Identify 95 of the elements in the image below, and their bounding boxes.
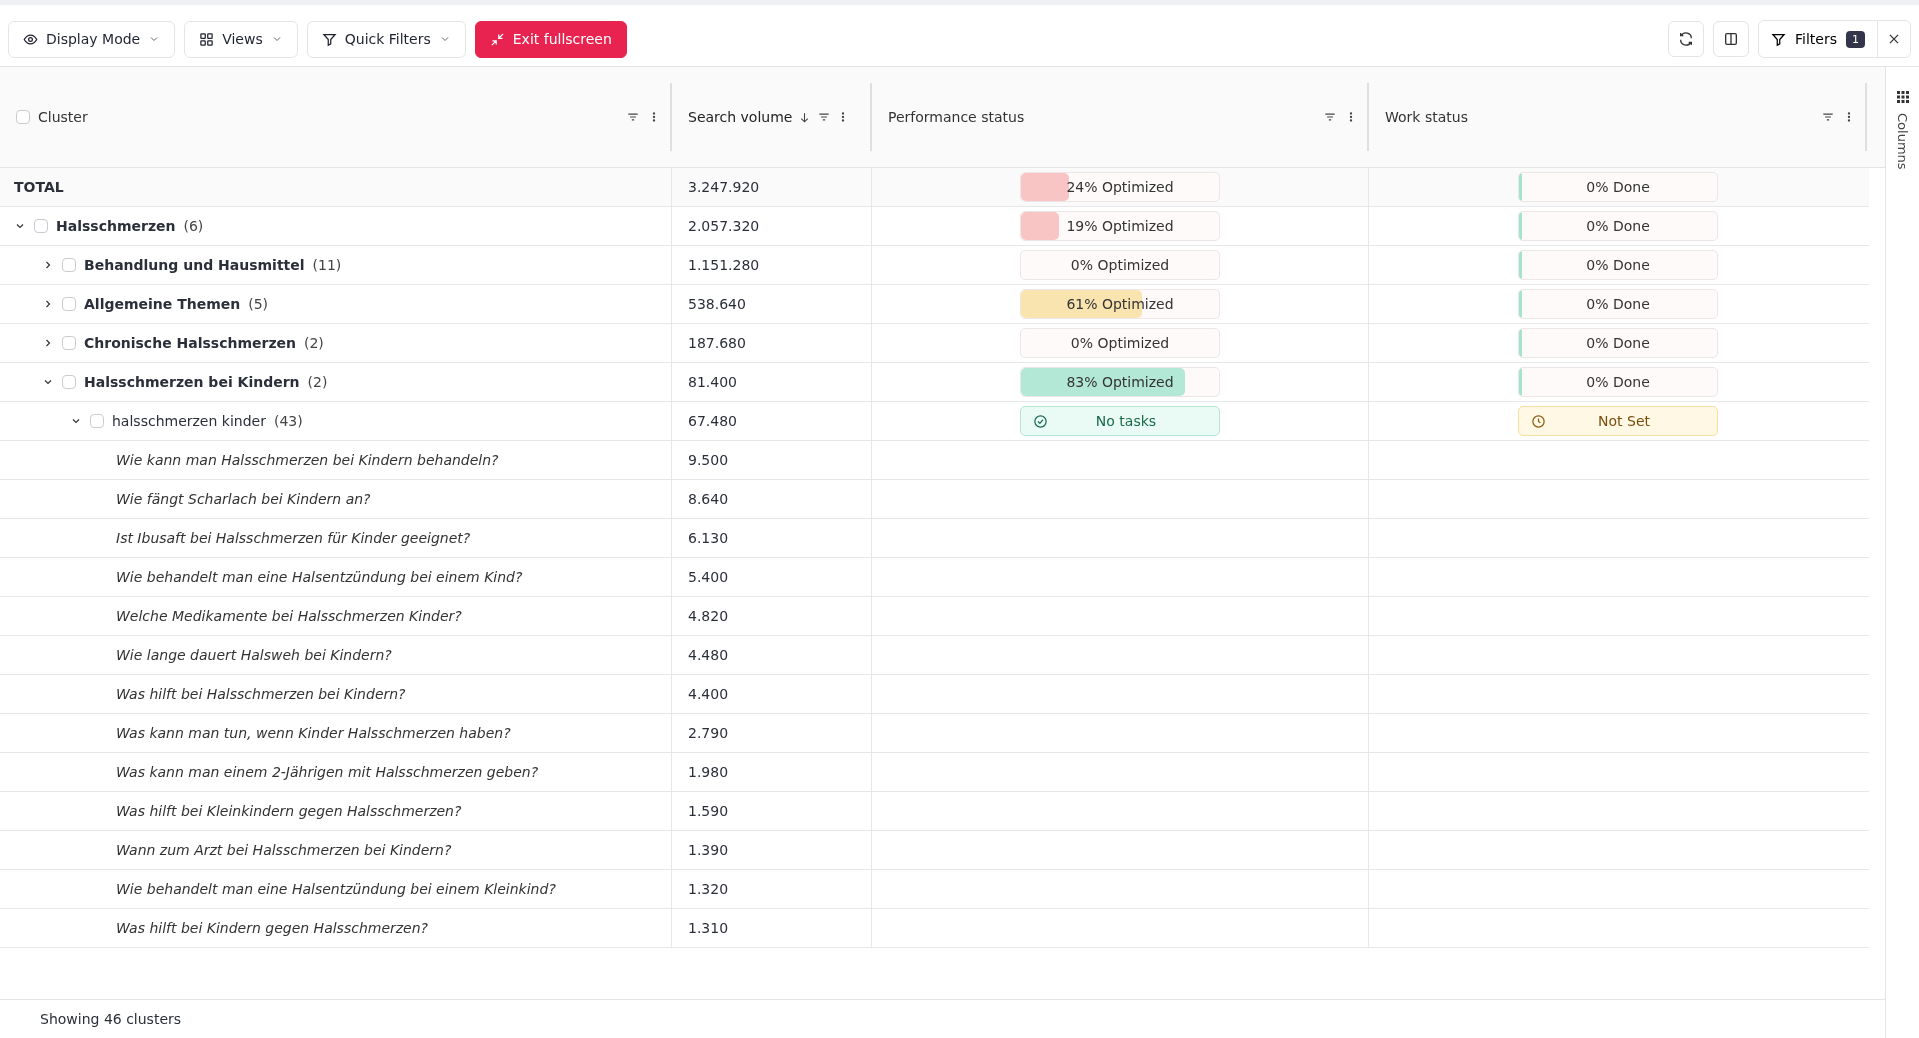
not-set-status: Not Set — [1518, 406, 1718, 436]
row-checkbox[interactable] — [62, 297, 76, 311]
keyword-text: Wie behandelt man eine Halsentzündung bei einem Kleinkind? — [116, 881, 556, 897]
performance-bar: 61% Optimized — [1020, 289, 1220, 319]
keyword-text: Was hilft bei Kindern gegen Halsschmerzen? — [116, 920, 429, 936]
close-icon — [1887, 32, 1901, 46]
toolbar-button[interactable]: Quick Filters — [306, 20, 466, 58]
keyword-text: Wie kann man Halsschmerzen bei Kindern behandeln? — [116, 452, 499, 468]
keyword-text: Wann zum Arzt bei Halsschmerzen bei Kindern? — [116, 842, 452, 858]
table-cell: 1.320 — [688, 881, 729, 897]
filter-icon — [321, 31, 337, 47]
split-view-button[interactable] — [1713, 21, 1750, 57]
table-cell: 2.790 — [688, 725, 729, 741]
performance-bar: 24% Optimized — [1020, 172, 1220, 202]
table-cell: 1.980 — [688, 764, 729, 780]
toolbar-button[interactable]: Display Mode — [8, 20, 176, 58]
keyword-text: Ist Ibusaft bei Halsschmerzen für Kinder geeignet? — [116, 530, 471, 546]
cluster-count: (2) — [304, 335, 324, 351]
performance-bar: 83% Optimized — [1020, 367, 1220, 397]
table-cell: 4.480 — [688, 647, 729, 663]
work-progress-bar: 0% Done — [1518, 289, 1718, 319]
keyword-text: Wie fängt Scharlach bei Kindern an? — [116, 491, 371, 507]
cluster-count: (2) — [307, 374, 328, 390]
filter-lines-icon[interactable] — [1821, 110, 1835, 124]
table-cell: 5.400 — [688, 569, 729, 585]
cluster-name: Halsschmerzen bei Kindern — [84, 374, 300, 390]
cluster-name: Allgemeine Themen — [84, 296, 241, 312]
keyword-text: Welche Medikamente bei Halsschmerzen Kinder? — [116, 608, 462, 624]
table-cell: 187.680 — [688, 335, 746, 351]
cluster-count: (43) — [273, 413, 303, 429]
filter-count-badge: 1 — [1846, 30, 1865, 48]
table-cell: 67.480 — [688, 413, 737, 429]
toolbar-button[interactable]: Exit fullscreen — [474, 20, 627, 58]
table-cell: 81.400 — [688, 374, 737, 390]
grid-icon — [1896, 91, 1909, 103]
table-cell: 1.151.280 — [688, 257, 760, 273]
cluster-name: halsschmerzen kinder — [112, 413, 266, 429]
table-cell: 8.640 — [688, 491, 729, 507]
column-header[interactable]: Work status — [1385, 109, 1468, 125]
table-cell: 1.310 — [688, 920, 729, 936]
refresh-button[interactable] — [1668, 21, 1705, 57]
row-checkbox[interactable] — [34, 219, 48, 233]
filter-lines-icon[interactable] — [626, 110, 640, 124]
cluster-name: Halsschmerzen — [56, 218, 176, 234]
work-progress-bar: 0% Done — [1518, 172, 1718, 202]
row-count-text: Showing 46 clusters — [40, 1011, 182, 1027]
keyword-text: Wie lange dauert Halsweh bei Kindern? — [116, 647, 392, 663]
cluster-count: (5) — [248, 296, 269, 312]
keyword-text: Was hilft bei Halsschmerzen bei Kindern? — [116, 686, 406, 702]
work-progress-bar: 0% Done — [1518, 211, 1718, 241]
columns-side-tab[interactable]: Columns — [1885, 67, 1919, 1038]
grid-icon — [199, 31, 215, 47]
work-progress-bar: 0% Done — [1518, 328, 1718, 358]
eye-icon — [23, 31, 38, 47]
keyword-text: Was kann man tun, wenn Kinder Halsschmerzen haben? — [116, 725, 511, 741]
performance-bar: 19% Optimized — [1020, 211, 1220, 241]
cluster-count: (11) — [312, 257, 342, 273]
row-checkbox[interactable] — [62, 375, 76, 389]
refresh-icon — [1678, 31, 1695, 47]
keyword-text: Was hilft bei Kleinkindern gegen Halsschmerzen? — [116, 803, 462, 819]
filter-icon — [1771, 31, 1787, 47]
row-checkbox[interactable] — [62, 258, 76, 272]
check-circle-icon — [1033, 413, 1048, 429]
cluster-count: (6) — [183, 218, 204, 234]
column-header[interactable]: Performance status — [888, 109, 1025, 125]
column-header[interactable]: Cluster — [38, 109, 88, 125]
table-cell: 4.400 — [688, 686, 729, 702]
keyword-text: Wie behandelt man eine Halsentzündung bei einem Kind? — [116, 569, 523, 585]
table-cell: 1.390 — [688, 842, 729, 858]
table-cell: 9.500 — [688, 452, 729, 468]
no-tasks-status: No tasks — [1020, 406, 1220, 436]
cluster-name: Chronische Halsschmerzen — [84, 335, 296, 351]
table-cell: 1.590 — [688, 803, 729, 819]
work-progress-bar: 0% Done — [1518, 367, 1718, 397]
column-header[interactable]: Search volume — [688, 109, 793, 125]
table-cell: 2.057.320 — [688, 218, 760, 234]
clock-icon — [1531, 413, 1546, 429]
filter-lines-icon[interactable] — [817, 110, 832, 124]
total-label: TOTAL — [14, 179, 64, 195]
performance-bar: 0% Optimized — [1020, 328, 1220, 358]
table-cell: 4.820 — [688, 608, 729, 624]
split-view-icon — [1723, 31, 1740, 47]
table-cell: 538.640 — [688, 296, 746, 312]
cluster-name: Behandlung und Hausmittel — [84, 257, 305, 273]
filter-lines-icon[interactable] — [1323, 110, 1337, 124]
table-cell: 6.130 — [688, 530, 729, 546]
select-all-checkbox[interactable] — [16, 110, 30, 124]
work-progress-bar: 0% Done — [1518, 250, 1718, 280]
performance-bar: 0% Optimized — [1020, 250, 1220, 280]
toolbar-button[interactable]: Views — [184, 20, 298, 58]
table-cell: 3.247.920 — [688, 179, 760, 195]
shrink-icon — [489, 31, 505, 47]
row-checkbox[interactable] — [90, 414, 104, 428]
keyword-text: Was kann man einem 2-Jährigen mit Halsschmerzen geben? — [116, 764, 539, 780]
row-checkbox[interactable] — [62, 336, 76, 350]
